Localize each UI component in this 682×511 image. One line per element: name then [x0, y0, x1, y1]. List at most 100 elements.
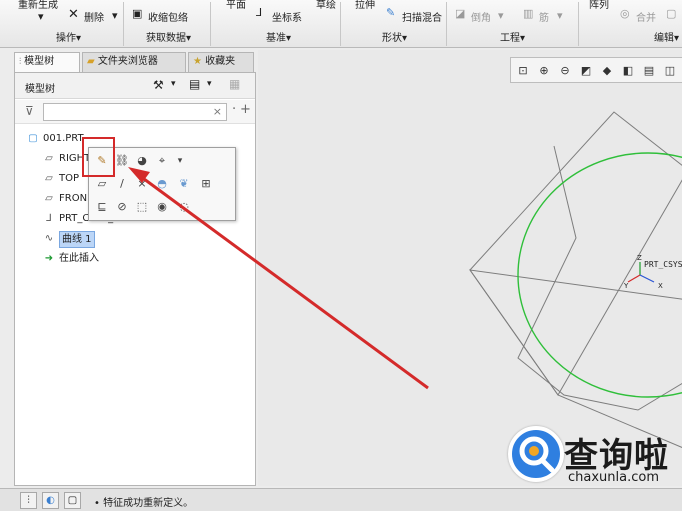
- graphics-area[interactable]: PRT_CSYS Z Y X: [258, 50, 682, 486]
- model-tree-header: 模型树 ⚒ ▾ ▤ ▾ ▦: [15, 73, 255, 99]
- tree-item-label: FRON: [59, 193, 88, 204]
- zoom-out-icon[interactable]: ⊖: [556, 62, 574, 79]
- datum-plane-icon: ▱: [45, 193, 53, 204]
- tree-item-label: 001.PRT: [43, 133, 84, 144]
- tree-item-label: TOP: [59, 173, 80, 184]
- show-icon[interactable]: ▤: [189, 77, 200, 91]
- axis-y-label: Y: [624, 282, 629, 290]
- repaint-icon[interactable]: ◩: [577, 62, 595, 79]
- appearance-icon[interactable]: ◕: [133, 152, 151, 170]
- shrinkwrap-button[interactable]: 收缩包络: [148, 9, 188, 24]
- group-shape[interactable]: 形状▾: [382, 31, 407, 46]
- axis-x-label: X: [658, 282, 663, 290]
- model-tree-panel: 模型树 ⚒ ▾ ▤ ▾ ▦ ⊽ × · + ▢ 001.PRT ▱ RIGHT …: [14, 72, 256, 486]
- model-view: [468, 111, 682, 449]
- dropdown-arrow-icon[interactable]: ▾: [171, 79, 176, 89]
- hide-eye-icon[interactable]: ◌: [175, 198, 193, 216]
- filter-input[interactable]: ×: [43, 103, 227, 121]
- select-box-icon[interactable]: ⬚: [133, 198, 151, 216]
- display-style-icon[interactable]: ◆: [598, 62, 616, 79]
- group-datum[interactable]: 基准▾: [266, 31, 291, 46]
- group-get-data[interactable]: 获取数据▾: [146, 31, 191, 46]
- status-message: • 特征成功重新定义。: [94, 498, 194, 509]
- model-tree-title: 模型树: [25, 84, 55, 95]
- edit-references-icon[interactable]: ⛓: [113, 152, 131, 170]
- tree-columns-icon[interactable]: ▦: [229, 77, 240, 91]
- merge-icon: ◎: [620, 7, 630, 20]
- group-operations[interactable]: 操作▾: [56, 31, 81, 46]
- pattern-label[interactable]: 阵列: [589, 0, 609, 11]
- curve-icon: ∿: [44, 233, 54, 244]
- dropdown-arrow-icon[interactable]: ▾: [557, 9, 563, 22]
- round-icon: ◪: [455, 7, 466, 20]
- group-edit[interactable]: 编辑▾: [654, 31, 679, 46]
- filter-row: ⊽ × · +: [15, 100, 255, 124]
- sweep-blend-icon: ✎: [386, 6, 396, 19]
- favorites-icon: ★: [193, 56, 206, 67]
- navigator-tabs: ⫶ 模型树 ▰ 文件夹浏览器 ★ 收藏夹: [14, 50, 256, 73]
- show-eye-icon[interactable]: ◉: [153, 198, 171, 216]
- pattern-tool-icon[interactable]: ⊞: [197, 175, 215, 193]
- rib-icon: ▥: [523, 7, 534, 20]
- watermark-logo-icon: [508, 426, 564, 482]
- shrinkwrap-icon: ▣: [132, 7, 143, 20]
- csys-button[interactable]: 坐标系: [272, 9, 302, 24]
- dropdown-arrow-icon[interactable]: ▾: [207, 79, 212, 89]
- sweep-blend-button[interactable]: 扫描混合: [402, 9, 442, 24]
- point-tool-icon[interactable]: ×: [133, 175, 151, 193]
- axis-tool-icon[interactable]: /: [113, 175, 131, 193]
- tree-item-label: 在此插入: [59, 253, 99, 264]
- watermark-url: chaxunla.com: [568, 470, 659, 485]
- insert-arrow-icon: ➜: [44, 253, 54, 264]
- settings-icon[interactable]: ⚒: [153, 78, 164, 92]
- rib-button[interactable]: 筋: [539, 9, 549, 24]
- axis-z-label: Z: [637, 254, 642, 262]
- browser-toggle-icon[interactable]: ◐: [42, 492, 59, 509]
- datum-plane-icon: ▱: [45, 153, 53, 164]
- watermark: 查询啦 chaxunla.com: [502, 422, 682, 492]
- tree-item-label: 曲线 1: [59, 231, 95, 248]
- csys-icon: ⅃: [46, 213, 52, 224]
- refit-icon[interactable]: ⊡: [514, 62, 532, 79]
- part-icon: ▢: [28, 133, 38, 144]
- view-manager-icon[interactable]: ▤: [640, 62, 658, 79]
- full-screen-icon[interactable]: ▢: [64, 492, 81, 509]
- perspective-icon[interactable]: ◫: [661, 62, 679, 79]
- round-button[interactable]: 倒角: [471, 9, 491, 24]
- ribbon: 重新生成 平面 草绘 拉伸 阵列 ▾ ✕ 删除 ▾ ▣ 收缩包络 ⅃ 坐标系 ✎…: [0, 0, 682, 48]
- scroll-left-icon[interactable]: ·: [232, 102, 236, 117]
- dimension-icon[interactable]: ⌖: [153, 152, 171, 170]
- filter-icon[interactable]: ⊽: [25, 104, 34, 118]
- surface-tool-icon[interactable]: ◓: [153, 175, 171, 193]
- merge-button[interactable]: 合并: [636, 9, 656, 24]
- delete-button[interactable]: 删除: [84, 9, 104, 24]
- hide-icon[interactable]: ⊘: [113, 198, 131, 216]
- datum-plane-tool-icon[interactable]: ▱: [93, 175, 111, 193]
- csys-icon: ⅃: [256, 6, 263, 19]
- clear-filter-icon[interactable]: ×: [213, 105, 222, 118]
- delete-icon: ✕: [68, 7, 79, 22]
- csys-label: PRT_CSYS: [644, 260, 682, 269]
- zoom-in-icon[interactable]: ⊕: [535, 62, 553, 79]
- tab-favorites[interactable]: ★ 收藏夹: [188, 52, 254, 72]
- plane-label[interactable]: 平面: [226, 0, 246, 11]
- extrude-label[interactable]: 拉伸: [355, 0, 375, 11]
- annotation-highlight-box: [82, 137, 115, 177]
- saved-views-icon[interactable]: ◧: [619, 62, 637, 79]
- group-engineering[interactable]: 工程▾: [500, 31, 525, 46]
- datum-plane-right: [469, 111, 682, 396]
- tab-model-tree[interactable]: ⫶ 模型树: [14, 52, 80, 73]
- dropdown-arrow-icon[interactable]: ▾: [112, 9, 118, 22]
- navigator-toggle-icon[interactable]: ⫶: [20, 492, 37, 509]
- datum-plane-front: [517, 145, 682, 411]
- add-filter-icon[interactable]: +: [240, 102, 251, 117]
- app-window: 重新生成 平面 草绘 拉伸 阵列 ▾ ✕ 删除 ▾ ▣ 收缩包络 ⅃ 坐标系 ✎…: [0, 0, 682, 511]
- sketch-label[interactable]: 草绘: [316, 0, 336, 11]
- info-icon[interactable]: ⊑: [93, 198, 111, 216]
- dropdown-arrow-icon[interactable]: ▾: [171, 152, 189, 170]
- dropdown-arrow-icon[interactable]: ▾: [38, 10, 44, 23]
- dropdown-arrow-icon[interactable]: ▾: [498, 9, 504, 22]
- quilt-tool-icon[interactable]: ❦: [175, 175, 193, 193]
- tab-folder-browser[interactable]: ▰ 文件夹浏览器: [82, 52, 186, 72]
- folder-icon: ▰: [87, 56, 98, 67]
